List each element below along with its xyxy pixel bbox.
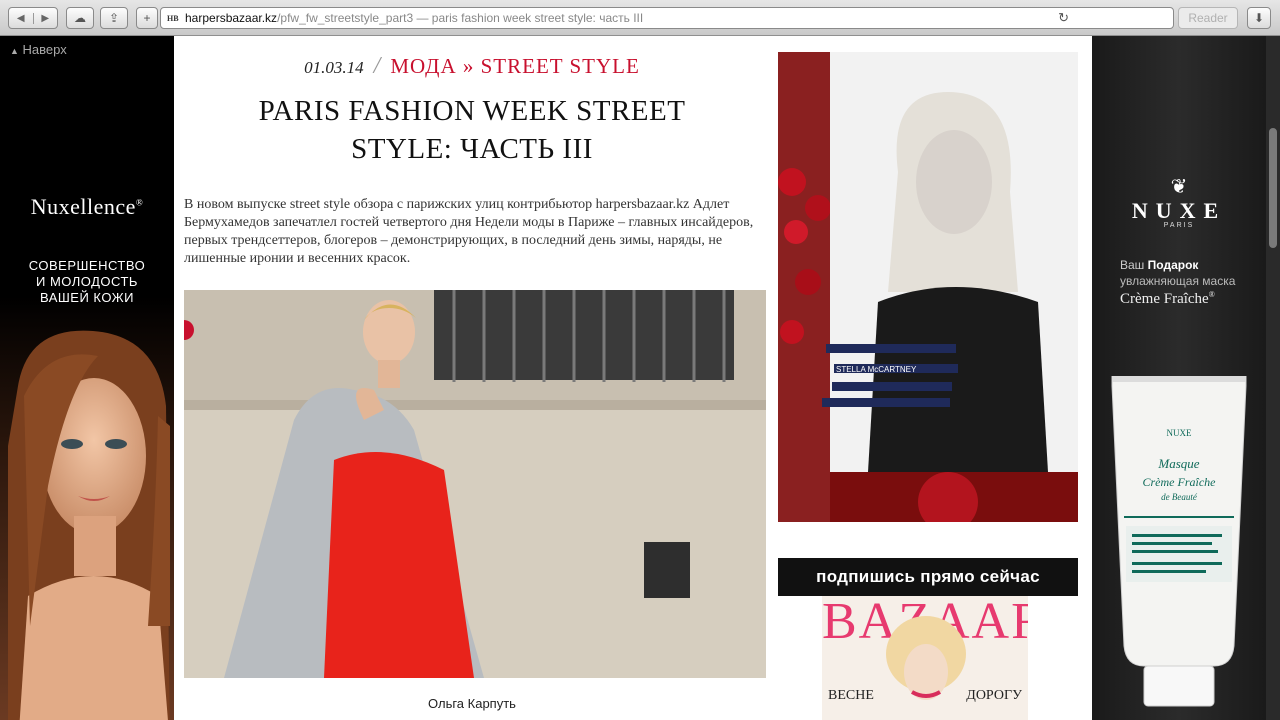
back-to-top-link[interactable]: ▲ Наверх	[10, 42, 67, 57]
article-title: PARIS FASHION WEEK STREET STYLE: ЧАСТЬ I…	[258, 95, 686, 165]
icloud-tabs-button[interactable]: ☁	[66, 7, 94, 29]
svg-text:Crème Fraîche: Crème Fraîche	[1143, 475, 1217, 489]
article: 01.03.14 / МОДА » STREET STYLE PARIS FAS…	[174, 36, 770, 720]
magazine-cover[interactable]: BAZAAR ВЕСНЕ ДОРОГУ	[822, 596, 1028, 720]
street-style-photo[interactable]	[184, 290, 766, 678]
category-link[interactable]: МОДА » STREET STYLE	[390, 54, 639, 78]
nuxe-paris: PARIS	[1163, 222, 1195, 229]
add-bookmark-button[interactable]: +	[136, 7, 158, 29]
url-host: harpersbazaar.kz	[185, 11, 278, 25]
meta-separator: /	[373, 53, 381, 79]
cover-word-2: ДОРОГУ	[966, 688, 1022, 703]
site-favicon-icon: HB	[167, 13, 179, 23]
svg-text:NUXE: NUXE	[1167, 428, 1192, 438]
svg-text:de Beauté: de Beauté	[1161, 492, 1198, 502]
scrollbar-thumb[interactable]	[1269, 128, 1277, 248]
svg-text:Masque: Masque	[1157, 456, 1199, 471]
cream-tube-image: NUXE Masque Crème Fraîche de Beauté	[1111, 376, 1247, 707]
subscribe-banner[interactable]: подпишись прямо сейчас	[778, 558, 1078, 596]
reader-button[interactable]: Reader	[1178, 7, 1238, 29]
downloads-button[interactable]: ⬇	[1247, 7, 1271, 29]
address-bar[interactable]: HB harpersbazaar.kz /pfw_fw_streetstyle_…	[160, 7, 1174, 29]
article-lead: В новом выпуске street style обзора с па…	[184, 197, 754, 266]
back-arrow-icon[interactable]: ◀	[9, 12, 34, 24]
url-path: /pfw_fw_streetstyle_part3 — paris fashio…	[277, 11, 644, 25]
sidebar-column: STELLA McCARTNEY подпишись прямо сейчас …	[770, 36, 1092, 720]
offer-description: увлажняющая маска	[1120, 274, 1236, 288]
download-icon: ⬇	[1253, 11, 1265, 25]
photo-caption: Ольга Карпуть	[428, 696, 516, 711]
model-face-image	[8, 330, 170, 720]
cloud-icon: ☁	[74, 11, 86, 25]
scrollbar[interactable]	[1266, 36, 1280, 720]
article-meta: 01.03.14 / МОДА » STREET STYLE	[174, 53, 770, 80]
browser-toolbar: ◀ ▶ ☁ ⇪ + HB harpersbazaar.kz /pfw_fw_st…	[0, 0, 1280, 36]
arrow-up-icon: ▲	[10, 46, 19, 56]
offer-product: Crème Fraîche®	[1120, 290, 1215, 307]
nuxe-logo: NUXE	[1131, 198, 1227, 223]
cover-word-1: ВЕСНЕ	[828, 688, 874, 703]
plus-icon: +	[143, 11, 151, 25]
article-date: 01.03.14	[304, 58, 364, 77]
back-forward-buttons[interactable]: ◀ ▶	[8, 7, 58, 29]
share-icon: ⇪	[108, 11, 120, 25]
reload-icon[interactable]: ↻	[1058, 10, 1069, 26]
stella-mccartney-ad[interactable]: STELLA McCARTNEY	[778, 52, 1078, 522]
offer-gift: Ваш Подарок	[1120, 258, 1199, 272]
share-button[interactable]: ⇪	[100, 7, 128, 29]
forward-arrow-icon[interactable]: ▶	[34, 13, 58, 24]
tree-logo-icon: ❦	[1170, 176, 1188, 198]
ad-slogan: СОВЕРШЕНСТВО И МОЛОДОСТЬ ВАШЕЙ КОЖИ	[28, 258, 146, 305]
web-page: Nuxellence® СОВЕРШЕНСТВО И МОЛОДОСТЬ ВАШ…	[0, 36, 1280, 720]
nuxellence-logo: Nuxellence®	[30, 194, 144, 219]
svg-text:STELLA McCARTNEY: STELLA McCARTNEY	[836, 365, 917, 374]
nuxe-ad[interactable]: ❦ NUXE PARIS Ваш Подарок увлажняющая мас…	[1092, 36, 1266, 720]
nuxellence-ad[interactable]: Nuxellence® СОВЕРШЕНСТВО И МОЛОДОСТЬ ВАШ…	[0, 36, 174, 720]
